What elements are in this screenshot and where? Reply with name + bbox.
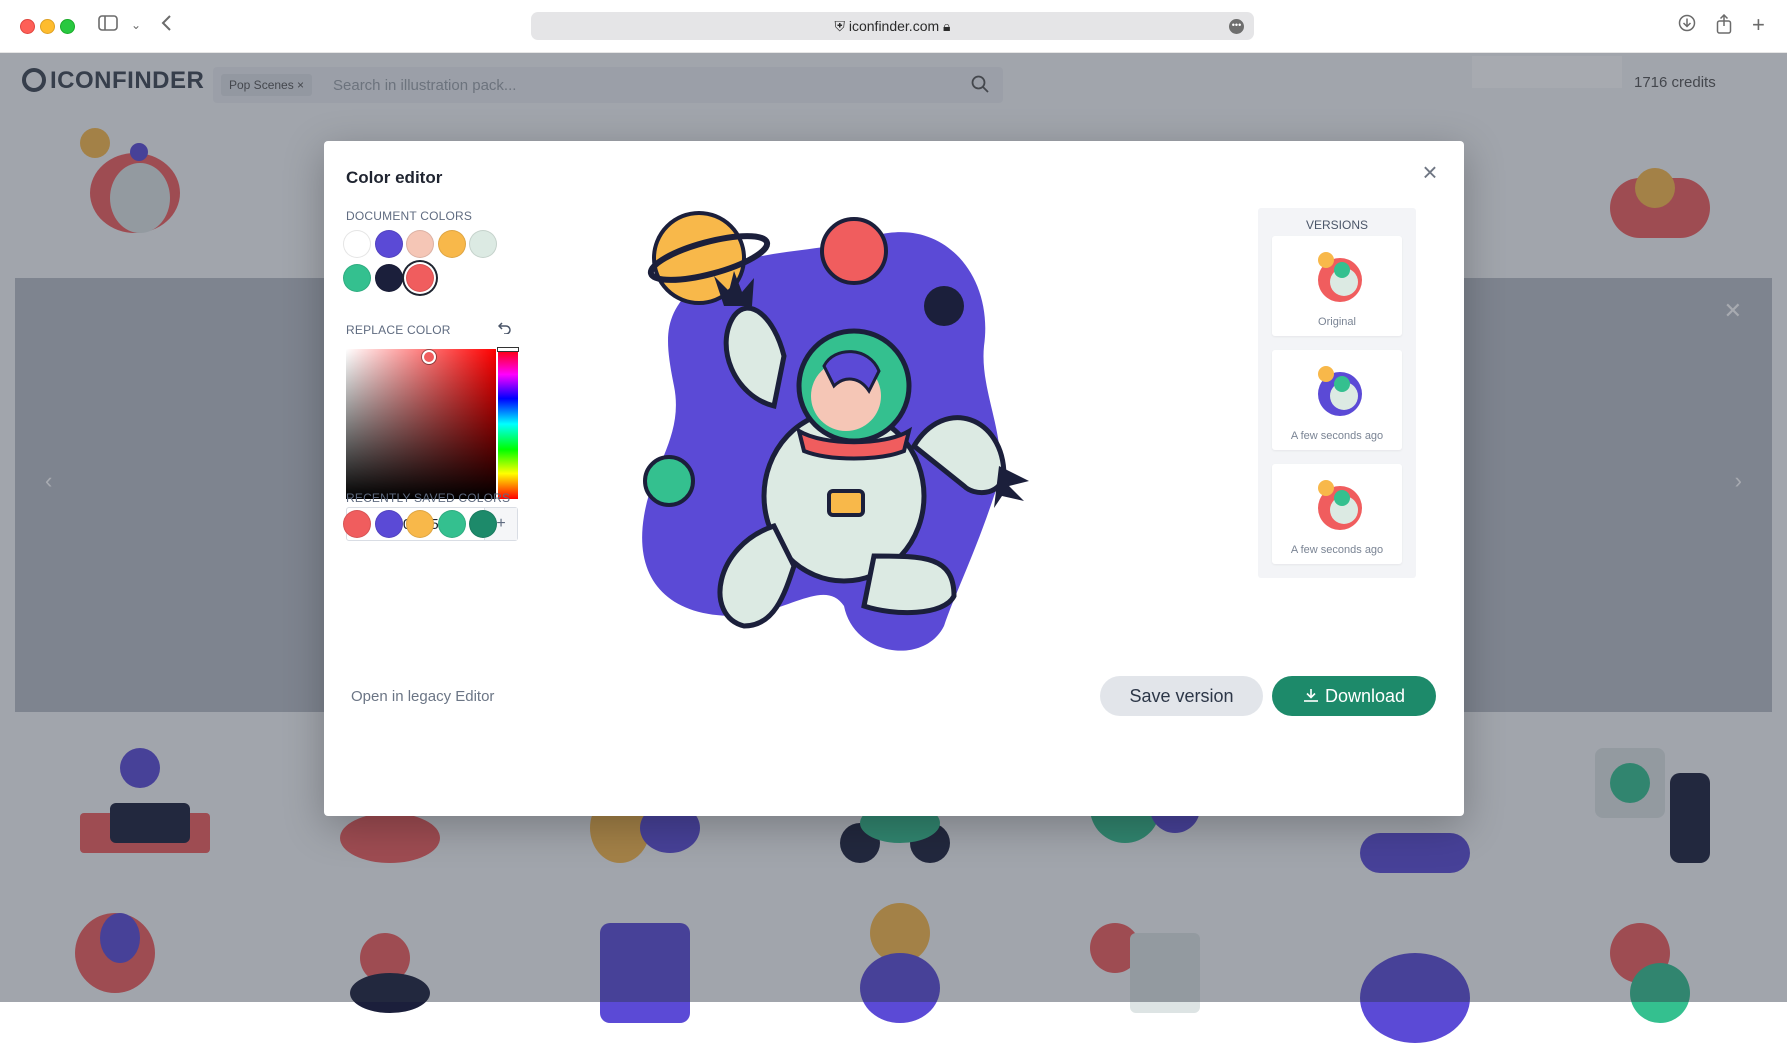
lock-icon: 🔒︎ [939, 18, 951, 34]
download-button[interactable]: Download [1272, 676, 1436, 716]
version-card-original[interactable]: Original [1272, 236, 1402, 336]
close-icon[interactable]: × [1420, 159, 1440, 185]
share-icon[interactable] [1716, 13, 1732, 36]
replace-color-label: REPLACE COLOR [346, 323, 451, 337]
red-planet [820, 217, 888, 285]
url-text: iconfinder.com [848, 18, 940, 34]
version-label: Original [1318, 316, 1356, 328]
hue-slider-handle[interactable] [497, 347, 519, 352]
document-color-swatch[interactable] [406, 264, 435, 292]
browser-toolbar: ⌄ ⛨ iconfinder.com 🔒︎ ••• + [0, 0, 1787, 53]
document-color-swatch[interactable] [343, 264, 371, 292]
recent-color-swatch[interactable] [406, 510, 435, 538]
close-window-button[interactable] [20, 19, 35, 34]
recent-color-swatch[interactable] [374, 510, 403, 538]
sidebar-toggle-icon[interactable] [98, 14, 118, 36]
saturation-value-picker[interactable] [346, 349, 496, 499]
color-editor-modal: Color editor × DOCUMENT COLORS REPLACE C… [324, 141, 1464, 816]
versions-label: VERSIONS [1305, 218, 1368, 232]
document-color-swatch[interactable] [374, 230, 403, 258]
version-label: A few seconds ago [1290, 544, 1384, 556]
recent-colors-label: RECENTLY SAVED COLORS [346, 491, 511, 505]
document-color-swatch[interactable] [374, 264, 403, 292]
modal-title: Color editor [346, 168, 443, 187]
recent-color-swatch[interactable] [437, 510, 466, 538]
document-color-swatch[interactable] [469, 230, 498, 258]
download-label: Download [1324, 686, 1406, 706]
legacy-editor-link[interactable]: Open in legacy Editor [351, 688, 494, 705]
download-icon [1303, 689, 1319, 706]
more-options-icon[interactable]: ••• [1229, 19, 1244, 34]
version-card[interactable]: A few seconds ago [1272, 350, 1402, 450]
version-thumbnail [1318, 480, 1362, 530]
version-thumbnail [1318, 252, 1362, 302]
hue-slider[interactable] [497, 347, 519, 499]
dark-moon [924, 286, 964, 326]
undo-icon[interactable] [497, 320, 512, 339]
versions-panel: VERSIONS Original A few seconds ago A fe… [1258, 208, 1416, 578]
back-icon[interactable] [160, 14, 172, 36]
document-color-swatch[interactable] [406, 230, 435, 258]
zoom-window-button[interactable] [60, 19, 75, 34]
version-thumbnail [1318, 366, 1362, 416]
minimize-window-button[interactable] [40, 19, 55, 34]
new-tab-icon[interactable]: + [1752, 14, 1765, 36]
document-color-swatch[interactable] [343, 230, 371, 258]
green-planet [643, 455, 695, 507]
site-shield-icon: ⛨ [834, 18, 849, 34]
chevron-down-icon[interactable]: ⌄ [131, 14, 141, 36]
document-colors-label: DOCUMENT COLORS [346, 209, 473, 223]
illustration-preview [642, 211, 1029, 651]
downloads-icon[interactable] [1678, 14, 1696, 36]
version-label: A few seconds ago [1290, 430, 1384, 442]
version-card[interactable]: A few seconds ago [1272, 464, 1402, 564]
address-bar[interactable]: ⛨ iconfinder.com 🔒︎ ••• [531, 12, 1254, 40]
color-picker-handle[interactable] [422, 350, 436, 364]
recent-color-swatch[interactable] [343, 510, 371, 538]
save-version-button[interactable]: Save version [1100, 676, 1263, 716]
document-color-swatch[interactable] [437, 230, 466, 258]
